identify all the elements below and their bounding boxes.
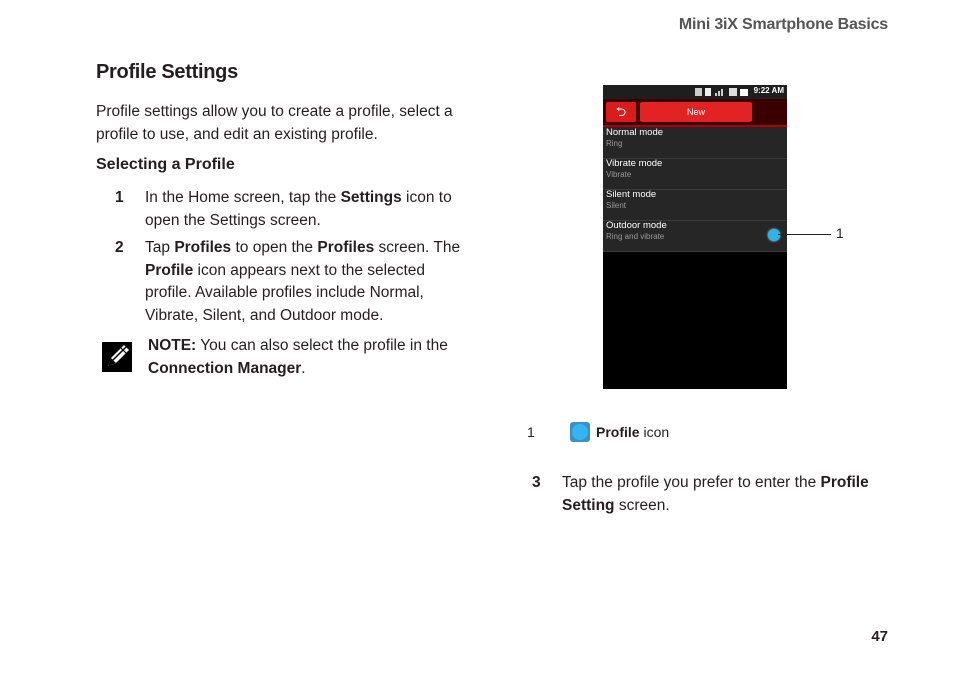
- profile-item-title: Normal mode: [606, 127, 664, 138]
- intro-paragraph: Profile settings allow you to create a p…: [96, 103, 453, 143]
- profile-item-title: Silent mode: [606, 189, 657, 200]
- phone-toolbar: ⮌ New: [603, 99, 787, 127]
- profile-item-outdoor[interactable]: Outdoor mode Ring and vibrate: [603, 220, 787, 252]
- profile-icon-dot: [572, 424, 588, 440]
- profile-item-subtitle: Silent: [606, 201, 627, 210]
- running-header: Mini 3iX Smartphone Basics: [678, 16, 888, 33]
- callout-number: 1: [836, 225, 844, 241]
- legend-text: Profile icon: [596, 424, 670, 440]
- step-1-number: 1: [115, 189, 124, 206]
- profile-selected-icon: [768, 229, 780, 241]
- profile-item-title: Outdoor mode: [606, 220, 667, 231]
- step-2-text: Tap Profiles to open the Profiles screen…: [145, 239, 461, 324]
- profile-icon: [570, 422, 590, 442]
- section-title: Profile Settings: [96, 61, 238, 83]
- pencil-note-icon: [102, 342, 132, 372]
- step-3-number: 3: [532, 474, 541, 491]
- profile-item-title: Vibrate mode: [606, 158, 663, 169]
- step-2-number: 2: [115, 239, 124, 256]
- legend-number: 1: [527, 424, 535, 440]
- profile-item-subtitle: Vibrate: [606, 170, 632, 179]
- note-text: NOTE: You can also select the profile in…: [148, 337, 448, 377]
- profile-item-subtitle: Ring and vibrate: [606, 232, 665, 241]
- status-icons: [695, 88, 748, 96]
- profile-item-silent[interactable]: Silent mode Silent: [603, 189, 787, 221]
- status-time: 9:22 AM: [753, 86, 784, 95]
- status-bar: 9:22 AM: [603, 85, 787, 99]
- new-profile-button[interactable]: New: [640, 102, 752, 122]
- step-1-text: In the Home screen, tap the Settings ico…: [145, 189, 452, 229]
- profile-item-vibrate[interactable]: Vibrate mode Vibrate: [603, 158, 787, 190]
- callout-line: [778, 234, 831, 235]
- profile-list: Normal mode Ring Vibrate mode Vibrate Si…: [603, 127, 787, 252]
- back-button[interactable]: ⮌: [606, 102, 636, 122]
- page-number: 47: [871, 628, 888, 645]
- step-3-text: Tap the profile you prefer to enter the …: [562, 474, 869, 514]
- profile-item-subtitle: Ring: [606, 139, 623, 148]
- phone-screenshot: 9:22 AM ⮌ New Normal mode Ring Vibrate m…: [603, 85, 787, 389]
- subheading: Selecting a Profile: [96, 156, 235, 173]
- profile-item-normal[interactable]: Normal mode Ring: [603, 127, 787, 159]
